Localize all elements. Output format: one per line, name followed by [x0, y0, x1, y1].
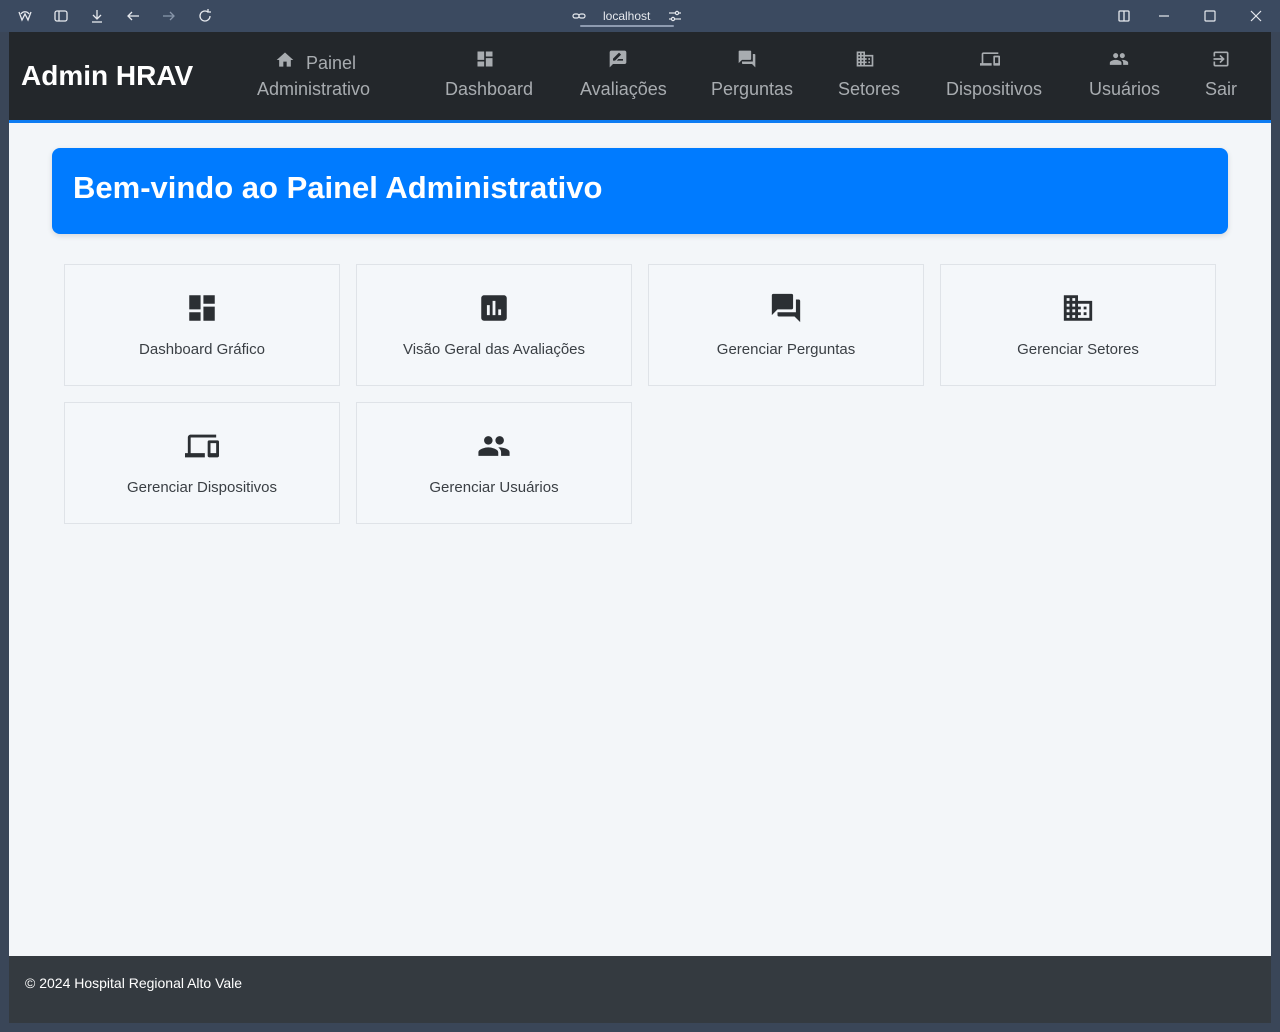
navbar-brand[interactable]: Admin HRAV [21, 60, 193, 92]
forum-icon [769, 291, 803, 325]
devices-icon [980, 49, 1000, 69]
browser-toolbar: localhost [0, 0, 1280, 32]
nav-item-sair[interactable]: Sair [1205, 32, 1239, 120]
people-icon [1109, 49, 1129, 69]
dashboard-icon [475, 49, 495, 69]
address-bar[interactable]: localhost [566, 5, 686, 27]
forward-icon[interactable] [161, 8, 177, 24]
nav-item-label: Painel [306, 53, 357, 73]
card-label: Gerenciar Dispositivos [126, 479, 278, 496]
download-icon[interactable] [89, 8, 105, 24]
back-icon[interactable] [125, 8, 141, 24]
link-icon [572, 9, 586, 23]
business-icon [1061, 291, 1095, 325]
maximize-icon[interactable] [1202, 8, 1218, 24]
footer-copyright: © 2024 Hospital Regional Alto Vale [25, 975, 243, 991]
nav-item-label: Sair [1205, 79, 1238, 99]
reload-icon[interactable] [197, 8, 213, 24]
card-gerenciar-usuarios[interactable]: Gerenciar Usuários [356, 402, 632, 524]
nav-item-painel-administrativo[interactable]: Painel Administrativo [257, 32, 387, 120]
top-navbar: Admin HRAV Painel Administrativo Dashboa… [9, 32, 1271, 123]
nav-item-label: Setores [838, 79, 901, 99]
browser-logo-icon[interactable] [17, 8, 33, 24]
card-label: Gerenciar Perguntas [716, 341, 856, 358]
card-gerenciar-dispositivos[interactable]: Gerenciar Dispositivos [64, 402, 340, 524]
card-label: Gerenciar Setores [1017, 341, 1139, 358]
card-visao-geral-avaliacoes[interactable]: Visão Geral das Avaliações [356, 264, 632, 386]
page-footer: © 2024 Hospital Regional Alto Vale [9, 956, 1271, 1023]
sidebar-toggle-icon[interactable] [53, 8, 69, 24]
card-gerenciar-setores[interactable]: Gerenciar Setores [940, 264, 1216, 386]
assessment-icon [477, 291, 511, 325]
nav-item-avaliacoes[interactable]: Avaliações [580, 32, 667, 120]
card-label: Gerenciar Usuários [429, 479, 559, 496]
nav-item-dispositivos[interactable]: Dispositivos [946, 32, 1042, 120]
nav-item-label: Dispositivos [946, 79, 1043, 99]
url-text: localhost [603, 9, 651, 23]
forum-icon [737, 49, 757, 69]
nav-item-perguntas[interactable]: Perguntas [711, 32, 794, 120]
page-viewport: Admin HRAV Painel Administrativo Dashboa… [9, 32, 1271, 1023]
nav-item-usuarios[interactable]: Usuários [1089, 32, 1161, 120]
nav-item-setores[interactable]: Setores [838, 32, 901, 120]
welcome-banner: Bem-vindo ao Painel Administrativo [52, 148, 1228, 234]
close-window-icon[interactable] [1248, 8, 1264, 24]
card-dashboard-grafico[interactable]: Dashboard Gráfico [64, 264, 340, 386]
card-label: Visão Geral das Avaliações [402, 341, 586, 358]
exit-icon [1211, 49, 1231, 69]
nav-item-dashboard[interactable]: Dashboard [445, 32, 534, 120]
minimize-icon[interactable] [1156, 8, 1172, 24]
card-label: Dashboard Gráfico [139, 341, 265, 358]
page-title: Bem-vindo ao Painel Administrativo [73, 170, 603, 205]
card-gerenciar-perguntas[interactable]: Gerenciar Perguntas [648, 264, 924, 386]
nav-item-label: Administrativo [257, 79, 371, 99]
business-icon [855, 49, 875, 69]
url-underline [580, 25, 674, 27]
dashboard-icon [185, 291, 219, 325]
nav-item-label: Perguntas [711, 79, 794, 99]
home-icon [275, 50, 295, 70]
people-icon [477, 429, 511, 463]
nav-item-label: Avaliações [580, 79, 667, 99]
split-view-icon[interactable] [1116, 8, 1132, 24]
devices-icon [185, 429, 219, 463]
rate-review-icon [608, 49, 628, 69]
nav-item-label: Usuários [1089, 79, 1161, 99]
nav-item-label: Dashboard [445, 79, 534, 99]
site-settings-icon[interactable] [668, 9, 682, 23]
